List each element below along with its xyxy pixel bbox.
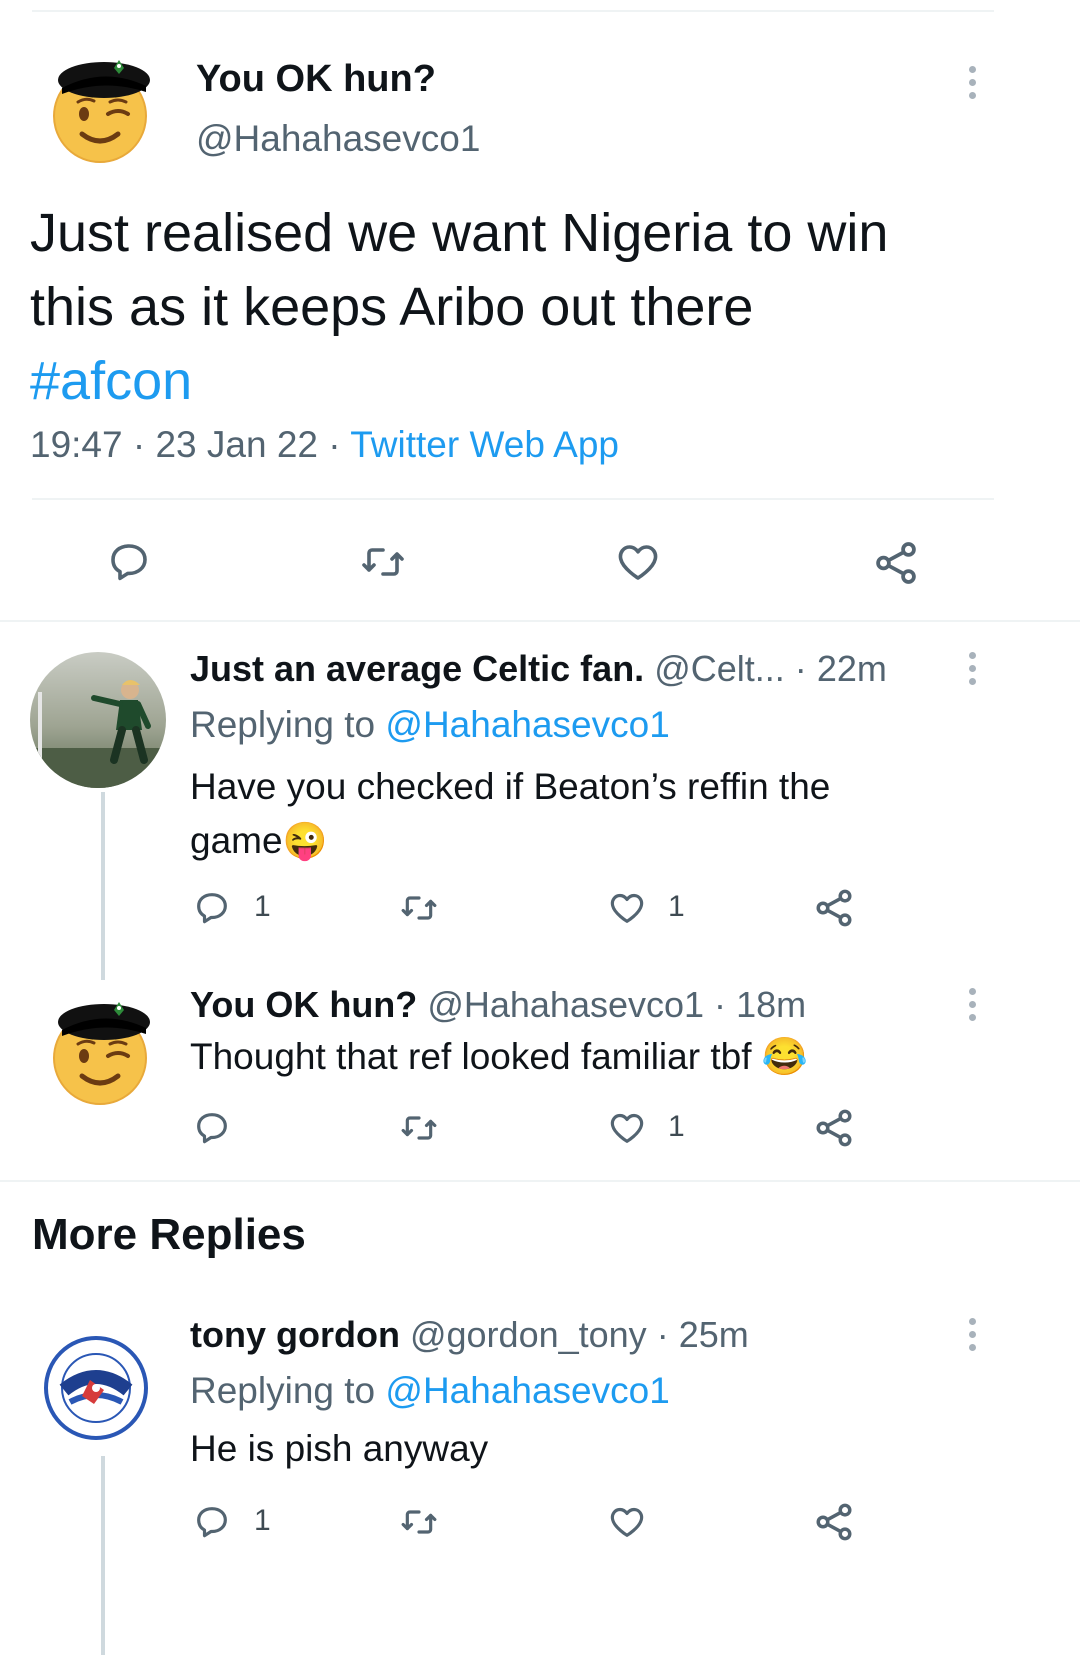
- tears-of-joy-emoji: 😂: [761, 1036, 808, 1077]
- divider: [32, 498, 994, 500]
- share-button[interactable]: [812, 886, 856, 930]
- club-crest-icon: [42, 1334, 150, 1442]
- share-icon: [816, 1109, 852, 1147]
- tweet-text-line: this as it keeps Aribo out there: [30, 277, 754, 337]
- reply-age[interactable]: 22m: [817, 648, 887, 689]
- like-count: 1: [668, 1110, 685, 1143]
- replying-to-label: Replying to: [190, 704, 376, 745]
- reply-header: Just an average Celtic fan. @Celt... · 2…: [190, 648, 887, 690]
- author-name[interactable]: tony gordon: [190, 1314, 400, 1355]
- reply-text: He is pish anyway: [190, 1428, 489, 1469]
- share-icon: [816, 889, 852, 927]
- separator: ·: [132, 424, 146, 465]
- author-name[interactable]: You OK hun?: [190, 984, 417, 1025]
- reply-text-line: Thought that ref looked familiar tbf: [190, 1036, 752, 1077]
- reply-text-line: Have you checked if Beaton’s reffin the: [190, 766, 831, 807]
- author-name[interactable]: Just an average Celtic fan.: [190, 648, 644, 689]
- like-button[interactable]: [606, 1502, 648, 1542]
- reply-header: You OK hun? @Hahahasevco1 · 18m: [190, 984, 806, 1026]
- separator: ·: [714, 984, 727, 1025]
- tweet-text-line: Just realised we want Nigeria to win: [30, 203, 889, 263]
- reply-header: tony gordon @gordon_tony · 25m: [190, 1314, 749, 1356]
- winking-face-with-beret-icon: [53, 1002, 150, 1105]
- more-options-button[interactable]: [968, 1318, 978, 1357]
- more-options-button[interactable]: [968, 652, 978, 691]
- retweet-icon: [401, 896, 437, 920]
- reply-icon: [197, 893, 227, 924]
- divider: [0, 620, 1080, 622]
- reply-icon: [197, 1507, 227, 1538]
- football-player-photo-icon: [30, 652, 166, 788]
- hashtag-link[interactable]: #afcon: [30, 344, 888, 418]
- thread-line: [101, 792, 105, 980]
- reply-age[interactable]: 18m: [736, 984, 806, 1025]
- more-options-button[interactable]: [968, 66, 978, 105]
- reply-icon: [111, 544, 147, 581]
- like-button[interactable]: [612, 538, 664, 586]
- winking-tongue-emoji: 😜: [282, 820, 328, 861]
- retweet-button[interactable]: [396, 888, 442, 928]
- thread-line: [101, 1456, 105, 1655]
- heart-icon: [610, 893, 644, 923]
- share-icon: [816, 1503, 852, 1541]
- share-button[interactable]: [870, 538, 922, 588]
- retweet-button[interactable]: [356, 538, 410, 586]
- like-button[interactable]: [606, 888, 648, 928]
- heart-icon: [618, 545, 658, 580]
- reply-text-line: game😜: [190, 814, 830, 868]
- author-handle[interactable]: @gordon_tony: [410, 1314, 647, 1355]
- avatar[interactable]: [40, 1332, 152, 1444]
- reply-count: 1: [254, 890, 271, 923]
- share-button[interactable]: [812, 1500, 856, 1544]
- retweet-icon: [401, 1116, 437, 1140]
- reply-button[interactable]: [104, 538, 154, 586]
- avatar[interactable]: [48, 52, 152, 164]
- tweet-time[interactable]: 19:47: [30, 424, 123, 465]
- retweet-button[interactable]: [396, 1502, 442, 1542]
- replying-to-link[interactable]: @Hahahasevco1: [385, 1370, 669, 1411]
- avatar[interactable]: [48, 994, 152, 1106]
- top-divider: [32, 10, 994, 12]
- retweet-icon: [362, 548, 404, 576]
- share-button[interactable]: [812, 1106, 856, 1150]
- separator: ·: [328, 424, 341, 465]
- author-name[interactable]: You OK hun?: [196, 58, 436, 101]
- tweet-text: Just realised we want Nigeria to win thi…: [30, 196, 888, 418]
- author-handle[interactable]: @Hahahasevco1: [427, 984, 704, 1025]
- tweet-source-link[interactable]: Twitter Web App: [350, 424, 619, 465]
- tweet-metadata: 19:47 · 23 Jan 22 · Twitter Web App: [30, 424, 619, 466]
- author-handle[interactable]: @Hahahasevco1: [196, 118, 480, 160]
- replying-to-link[interactable]: @Hahahasevco1: [385, 704, 669, 745]
- replying-to-line: Replying to @Hahahasevco1: [190, 1370, 670, 1412]
- author-handle[interactable]: @Celt...: [654, 648, 785, 689]
- reply-text-word: game: [190, 820, 283, 861]
- more-options-button[interactable]: [968, 988, 978, 1027]
- section-title: More Replies: [32, 1210, 306, 1259]
- like-count: 1: [668, 890, 685, 923]
- replying-to-line: Replying to @Hahahasevco1: [190, 704, 670, 746]
- separator: ·: [794, 648, 807, 689]
- reply-text: Have you checked if Beaton’s reffin the …: [190, 760, 830, 868]
- reply-button[interactable]: [192, 1502, 232, 1542]
- reply-button[interactable]: [192, 888, 232, 928]
- retweet-button[interactable]: [396, 1108, 442, 1148]
- divider: [0, 1180, 1080, 1182]
- reply-button[interactable]: [192, 1108, 232, 1148]
- reply-count: 1: [254, 1504, 271, 1537]
- share-icon: [876, 542, 916, 584]
- like-button[interactable]: [606, 1108, 648, 1148]
- replying-to-label: Replying to: [190, 1370, 376, 1411]
- reply-icon: [197, 1113, 227, 1144]
- retweet-icon: [401, 1510, 437, 1534]
- heart-icon: [610, 1507, 644, 1537]
- reply-age[interactable]: 25m: [679, 1314, 749, 1355]
- winking-face-with-beret-icon: [53, 60, 150, 163]
- separator: ·: [656, 1314, 669, 1355]
- reply-text: Thought that ref looked familiar tbf 😂: [190, 1036, 808, 1079]
- tweet-date[interactable]: 23 Jan 22: [155, 424, 318, 465]
- heart-icon: [610, 1113, 644, 1143]
- avatar[interactable]: [30, 652, 166, 788]
